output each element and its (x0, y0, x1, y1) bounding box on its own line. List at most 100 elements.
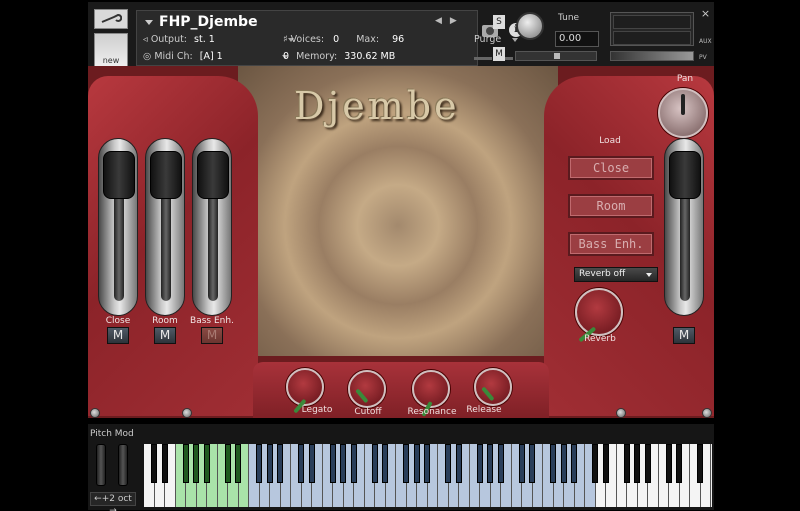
max-voices-label: Max: (356, 34, 380, 45)
bass-enh-mute-button[interactable]: M (201, 327, 223, 344)
piano-keyboard[interactable] (144, 444, 712, 507)
tune-value[interactable]: 0.00 (555, 31, 599, 47)
output-icon: ◃ (143, 34, 148, 45)
black-key[interactable] (560, 444, 567, 483)
black-key[interactable] (665, 444, 672, 483)
black-key[interactable] (550, 444, 556, 483)
slider-thumb[interactable] (103, 151, 135, 199)
black-key[interactable] (445, 444, 451, 483)
tune-knob[interactable] (516, 12, 544, 40)
load-label: Load (599, 136, 621, 146)
close-volume-slider[interactable] (98, 138, 138, 316)
output-value: st. 1 (194, 34, 215, 45)
legato-knob[interactable] (286, 368, 324, 414)
black-key[interactable] (623, 444, 630, 483)
black-key[interactable] (256, 444, 262, 483)
max-voices-value[interactable]: 96 (392, 34, 404, 45)
pv-button[interactable]: PV (699, 54, 707, 61)
reverb-knob[interactable] (575, 288, 623, 343)
black-key[interactable] (277, 444, 283, 483)
release-label: Release (466, 405, 502, 415)
volume-slider[interactable] (610, 51, 694, 61)
black-key[interactable] (329, 444, 336, 483)
black-key[interactable] (644, 444, 651, 483)
black-key[interactable] (235, 444, 241, 483)
midi-icon: ◎ (143, 51, 152, 62)
black-key[interactable] (161, 444, 168, 483)
black-key[interactable] (592, 444, 598, 483)
load-close-button[interactable]: Close (568, 156, 654, 180)
release-knob[interactable] (474, 368, 512, 406)
reverb-type-value: Reverb off (579, 269, 626, 279)
load-room-button[interactable]: Room (568, 194, 654, 218)
room-mute-button[interactable]: M (154, 327, 176, 344)
black-key[interactable] (697, 444, 703, 483)
mute-button[interactable]: M (493, 47, 505, 61)
slider-thumb[interactable] (669, 151, 701, 199)
black-key[interactable] (497, 444, 504, 483)
voices-value: 0 (333, 34, 340, 45)
instrument-panel: Djembe Close Room Bass Enh. M M M Pan Lo… (88, 66, 714, 418)
black-key[interactable] (571, 444, 577, 483)
black-key[interactable] (340, 444, 346, 483)
black-key[interactable] (308, 444, 315, 483)
instrument-header: new FHP_Djembe ◀▶ i ◃ Output: st. 1 ♯ Vo… (88, 2, 714, 67)
purge-dropdown[interactable]: Purge (474, 34, 524, 48)
black-key[interactable] (224, 444, 231, 483)
master-volume-slider[interactable] (664, 138, 704, 316)
cutoff-label: Cutoff (354, 407, 382, 417)
close-mute-button[interactable]: M (107, 327, 129, 344)
cutoff-knob[interactable] (348, 370, 386, 408)
black-key[interactable] (413, 444, 420, 483)
tune-label: Tune (558, 13, 580, 23)
pitch-wheel[interactable] (96, 444, 106, 486)
pitch-mod-label: Pitch Mod (90, 429, 134, 439)
output-row[interactable]: ◃ Output: st. 1 (143, 34, 294, 45)
instrument-nav-arrows-icon[interactable]: ◀▶ (435, 16, 465, 26)
midi-row[interactable]: ◎ Midi Ch: [A] 1 (143, 51, 288, 62)
black-key[interactable] (529, 444, 535, 483)
reverb-type-dropdown[interactable]: Reverb off (574, 267, 658, 282)
header-pan-slider[interactable] (515, 51, 597, 61)
wrench-icon[interactable] (94, 9, 128, 29)
black-key[interactable] (382, 444, 388, 483)
black-key[interactable] (487, 444, 493, 483)
memory-label: Memory: (296, 51, 338, 62)
black-key[interactable] (424, 444, 430, 483)
instrument-title: Djembe (294, 84, 460, 128)
octave-shift-control[interactable]: ←+2 oct → (90, 492, 136, 511)
instrument-name[interactable]: FHP_Djembe (159, 14, 258, 30)
mod-wheel[interactable] (118, 444, 128, 486)
screw-decoration (182, 408, 192, 418)
black-key[interactable] (455, 444, 462, 483)
black-key[interactable] (602, 444, 609, 483)
slider-thumb[interactable] (197, 151, 229, 199)
black-key[interactable] (151, 444, 157, 483)
new-instrument-button[interactable]: new (94, 33, 128, 67)
resonance-knob[interactable] (412, 370, 450, 417)
close-icon[interactable]: × (700, 7, 711, 20)
collapse-triangle-icon[interactable] (145, 20, 153, 25)
screw-decoration (90, 408, 100, 418)
memory-value: 330.62 MB (344, 51, 396, 62)
black-key[interactable] (518, 444, 525, 483)
solo-button[interactable]: S (493, 15, 505, 29)
black-key[interactable] (266, 444, 273, 483)
black-key[interactable] (193, 444, 199, 483)
black-key[interactable] (182, 444, 189, 483)
load-bass-enh-button[interactable]: Bass Enh. (568, 232, 654, 256)
black-key[interactable] (298, 444, 304, 483)
pan-knob[interactable] (658, 88, 708, 138)
black-key[interactable] (634, 444, 640, 483)
black-key[interactable] (203, 444, 210, 483)
bass-enh-volume-slider[interactable] (192, 138, 232, 316)
black-key[interactable] (350, 444, 357, 483)
black-key[interactable] (371, 444, 378, 483)
aux-button[interactable]: AUX (699, 38, 712, 45)
slider-thumb[interactable] (150, 151, 182, 199)
black-key[interactable] (403, 444, 409, 483)
room-volume-slider[interactable] (145, 138, 185, 316)
black-key[interactable] (676, 444, 682, 483)
black-key[interactable] (476, 444, 483, 483)
master-mute-button[interactable]: M (673, 327, 695, 344)
